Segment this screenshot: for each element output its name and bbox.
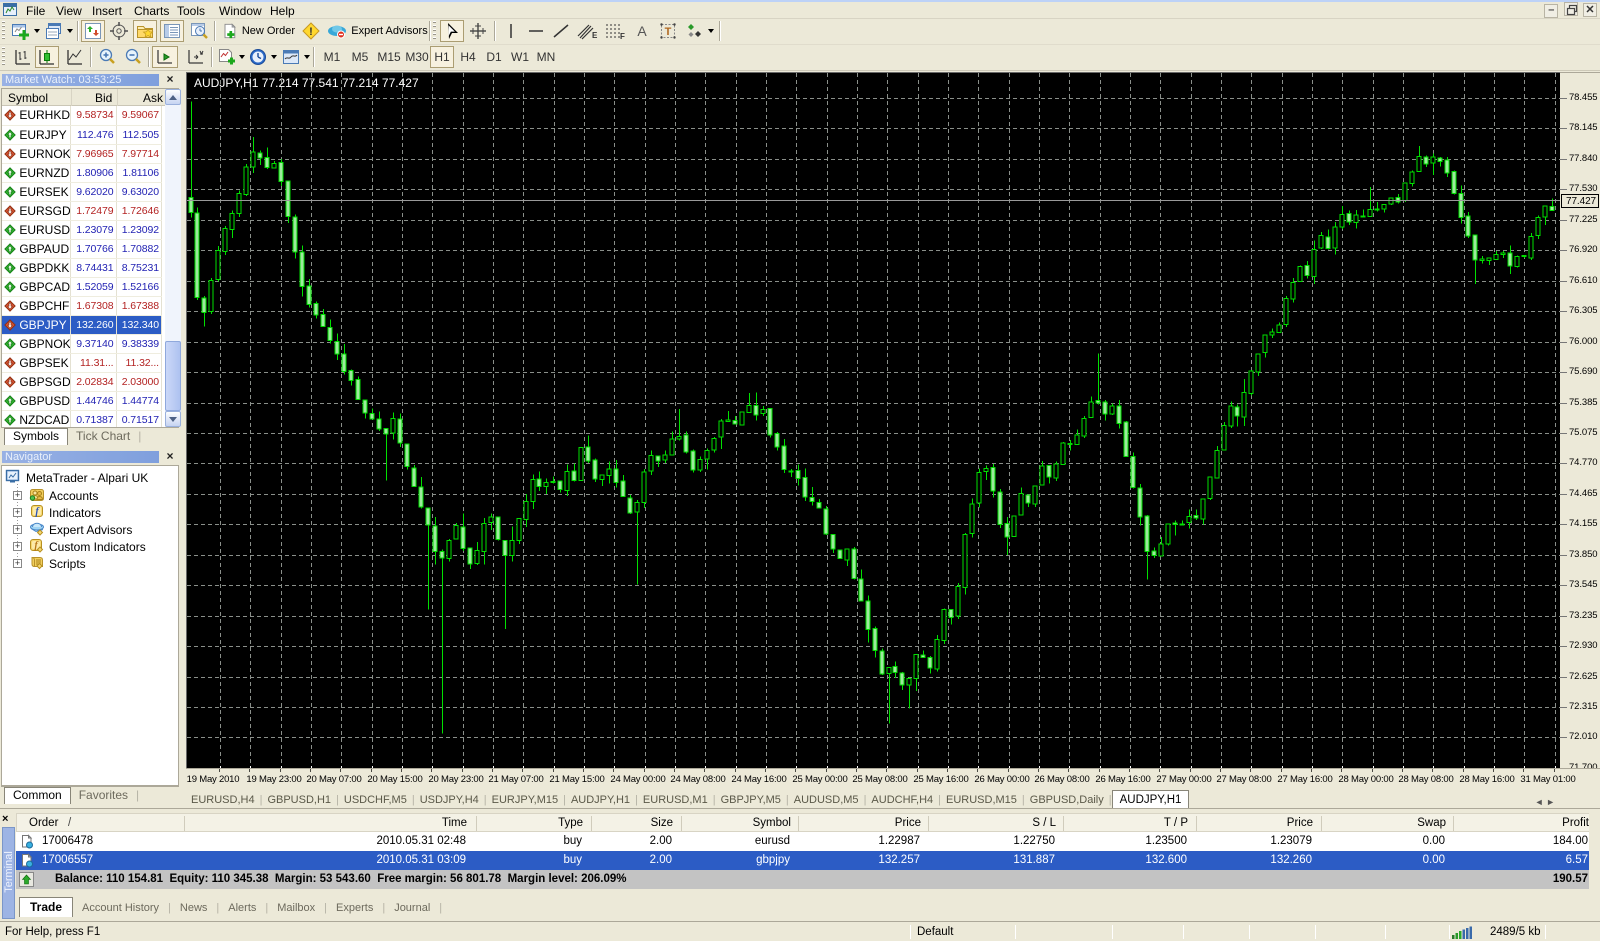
svg-text:E: E [592, 31, 598, 40]
svg-text:T: T [665, 26, 672, 38]
svg-text:AUDJPY,H1 77.214 77.541 77.21: AUDJPY,H1 77.214 77.541 77.214 77.427 [194, 76, 419, 90]
svg-text:F: F [620, 32, 625, 41]
svg-text:A: A [637, 23, 647, 39]
svg-text:!: ! [309, 26, 313, 38]
